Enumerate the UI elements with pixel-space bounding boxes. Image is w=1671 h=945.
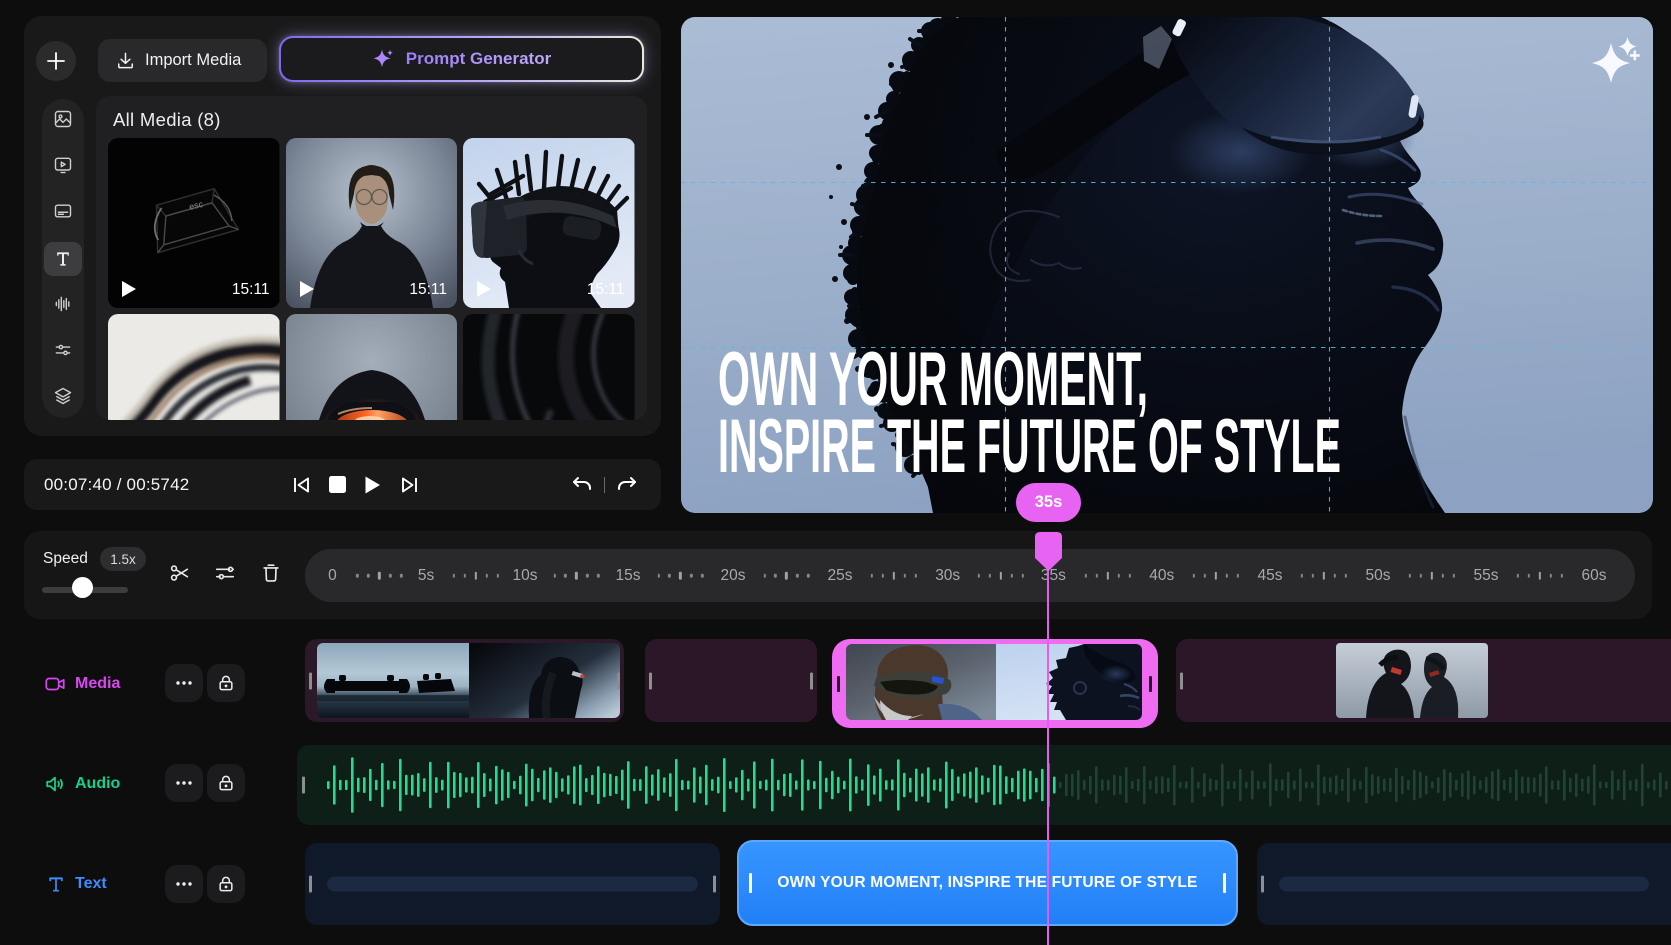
- svg-text:INSPIRE THE FUTURE OF STYLE: INSPIRE THE FUTURE OF STYLE: [718, 404, 1341, 489]
